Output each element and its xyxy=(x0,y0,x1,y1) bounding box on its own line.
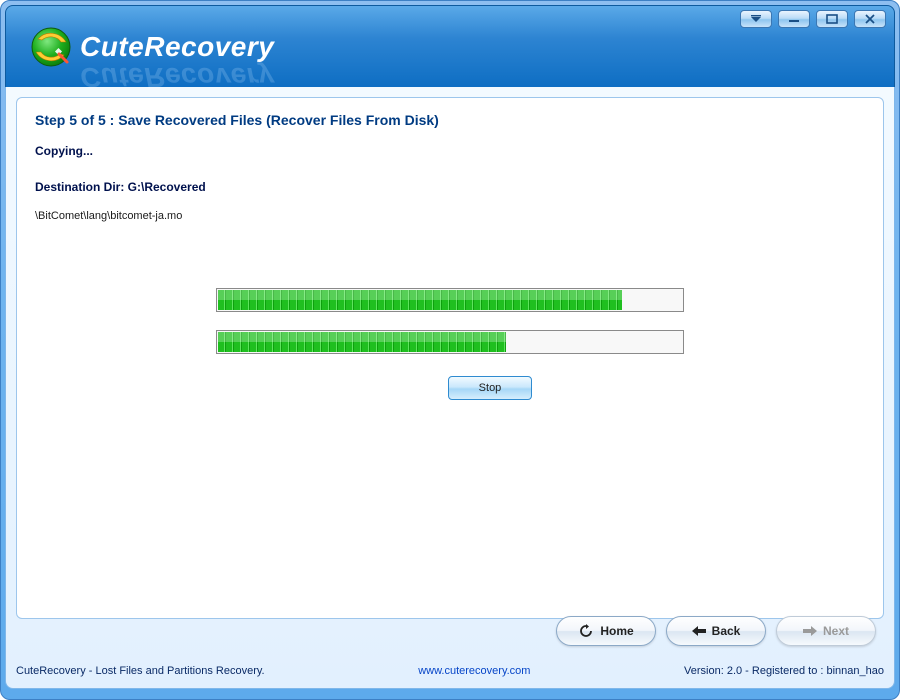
destination-row: Destination Dir: G:\Recovered xyxy=(35,180,865,194)
window-controls xyxy=(740,10,886,28)
app-title-text: CuteRecovery xyxy=(80,31,274,62)
next-button-label: Next xyxy=(823,624,849,638)
home-button[interactable]: Home xyxy=(556,616,656,646)
step-title: Step 5 of 5 : Save Recovered Files (Reco… xyxy=(35,112,865,128)
arrow-left-icon xyxy=(692,626,706,636)
app-logo-icon xyxy=(28,24,74,70)
next-button: Next xyxy=(776,616,876,646)
current-file-path: \BitComet\lang\bitcomet-ja.mo xyxy=(35,210,865,222)
back-button[interactable]: Back xyxy=(666,616,766,646)
dropdown-button[interactable] xyxy=(740,10,772,28)
overall-progress-fill xyxy=(218,332,506,352)
home-button-label: Home xyxy=(600,624,633,638)
status-label: Copying... xyxy=(35,144,865,158)
refresh-icon xyxy=(578,624,594,638)
file-progress-fill xyxy=(218,290,622,310)
status-bar: CuteRecovery - Lost Files and Partitions… xyxy=(16,660,884,682)
wizard-frame: Step 5 of 5 : Save Recovered Files (Reco… xyxy=(16,97,884,619)
minimize-button[interactable] xyxy=(778,10,810,28)
overall-progress-bar xyxy=(216,330,684,354)
arrow-right-icon xyxy=(803,626,817,636)
destination-value: G:\Recovered xyxy=(128,180,206,194)
stop-button[interactable]: Stop xyxy=(448,376,532,400)
content-panel: Step 5 of 5 : Save Recovered Files (Reco… xyxy=(5,87,895,689)
app-title: CuteRecovery CuteRecovery xyxy=(80,31,274,63)
progress-area: Stop xyxy=(17,288,883,400)
back-button-label: Back xyxy=(712,624,741,638)
file-progress-bar xyxy=(216,288,684,312)
status-left: CuteRecovery - Lost Files and Partitions… xyxy=(16,665,265,677)
title-bar: CuteRecovery CuteRecovery xyxy=(5,5,895,87)
destination-label: Destination Dir: xyxy=(35,180,128,194)
close-button[interactable] xyxy=(854,10,886,28)
app-window: CuteRecovery CuteRecovery Step 5 of 5 : … xyxy=(0,0,900,700)
maximize-button[interactable] xyxy=(816,10,848,28)
status-url-link[interactable]: www.cuterecovery.com xyxy=(418,665,530,677)
nav-row: Home Back Next xyxy=(556,616,876,646)
status-right: Version: 2.0 - Registered to : binnan_ha… xyxy=(684,665,884,677)
